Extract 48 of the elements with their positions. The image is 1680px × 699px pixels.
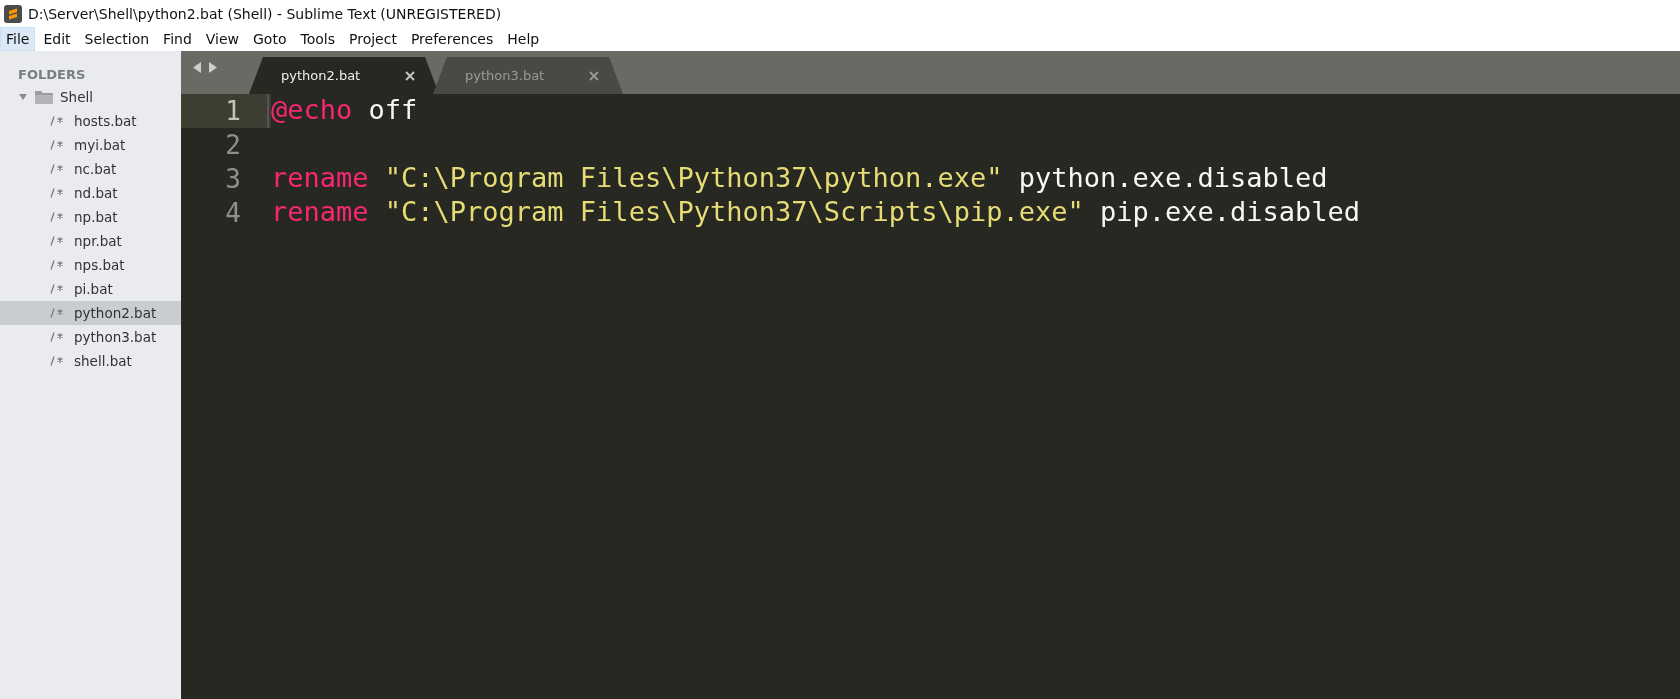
file-icon [50, 236, 64, 246]
line-number: 4 [224, 197, 242, 230]
sidebar-document[interactable]: shell.bat [0, 349, 181, 373]
line-number: 3 [224, 163, 242, 196]
menu-item[interactable]: Edit [37, 27, 77, 51]
file-icon [50, 116, 64, 126]
right-arrow-icon[interactable] [208, 62, 217, 73]
file-icon [50, 332, 64, 342]
sidebar-document[interactable]: python3.bat [0, 325, 181, 349]
sidebar-document[interactable]: nc.bat [0, 157, 181, 181]
sidebar-document[interactable]: pi.bat [0, 277, 181, 301]
left-arrow-icon[interactable] [193, 62, 202, 73]
window-title: D:\Server\Shell\python2.bat (Shell) - Sublime Text (UNREGISTERED) [28, 5, 502, 22]
file-icon [50, 188, 64, 198]
sidebar-document[interactable]: nd.bat [0, 181, 181, 205]
sidebar-document[interactable]: npr.bat [0, 229, 181, 253]
code-line: rename "C:\Program Files\Python37\Scripts\pip.exe" pip.exe.disabled [271, 196, 1361, 227]
menu-item[interactable]: Find [157, 27, 198, 51]
code-line: rename "C:\Program Files\Python37\python.exe" python.exe.disabled [271, 162, 1328, 193]
menu-item[interactable]: Goto [247, 27, 293, 51]
sidebar-document[interactable]: hosts.bat [0, 109, 181, 133]
file-icon [50, 212, 64, 222]
folder-icon [34, 89, 54, 105]
menu-item[interactable]: Tools [294, 27, 341, 51]
file-icon [50, 140, 64, 150]
file-icon [50, 260, 64, 270]
expand-arrow-icon[interactable] [18, 92, 28, 102]
file-icon [50, 284, 64, 294]
close-icon[interactable] [405, 70, 415, 81]
file-icon [50, 308, 64, 318]
code-line: @echo off [271, 94, 418, 125]
sidebar-document[interactable]: python2.bat [0, 301, 181, 325]
sidebar-document[interactable]: myi.bat [0, 133, 181, 157]
line-number: 2 [224, 129, 242, 162]
sidebar-document[interactable]: nps.bat [0, 253, 181, 277]
menu-item[interactable]: Selection [78, 27, 156, 51]
sidebar-document[interactable]: np.bat [0, 205, 181, 229]
menu-item[interactable]: File [0, 27, 36, 51]
line-number: 1 [181, 94, 267, 128]
file-icon [50, 356, 64, 366]
sidebar-heading: FOLDERS [17, 66, 87, 84]
menu-item[interactable]: View [199, 27, 245, 51]
file-icon [50, 164, 64, 174]
menu-item[interactable]: Project [343, 27, 403, 51]
menu-item[interactable]: Preferences [404, 27, 500, 51]
app-logo-icon [4, 4, 22, 23]
folder-name[interactable]: Shell [60, 89, 93, 105]
menu-item[interactable]: Help [501, 27, 546, 51]
